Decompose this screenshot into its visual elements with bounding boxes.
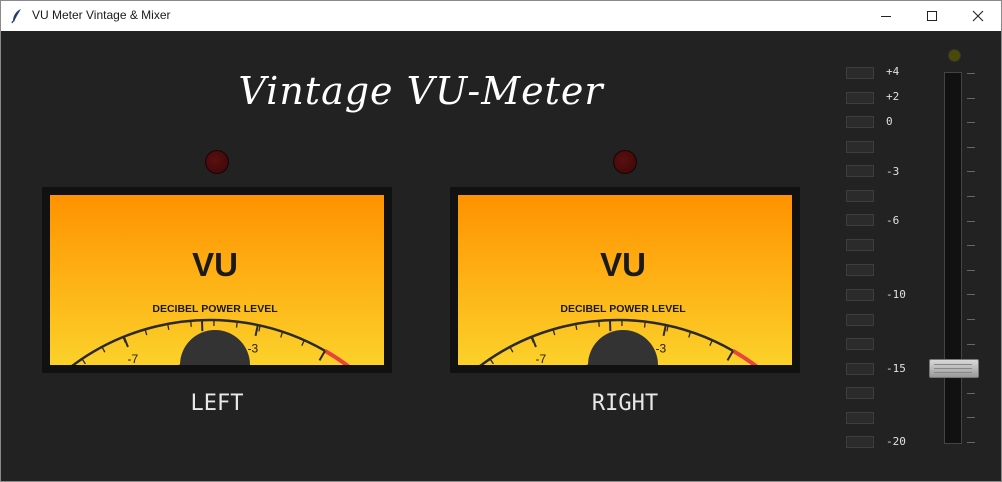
left-channel-label: LEFT [190,391,244,416]
fader-tick [967,393,975,394]
dial-tick [489,358,494,365]
peak-led-segment [846,412,874,424]
right-peak-led [613,150,637,174]
minimize-icon [881,16,891,17]
fader-tick [967,221,975,222]
minimize-button[interactable] [863,1,909,31]
left-meter-face: -20-10-7-5-30+3VUDECIBEL POWER LEVEL [50,195,384,365]
peak-led-segment [846,387,874,399]
right-meter: -20-10-7-5-30+3VUDECIBEL POWER LEVEL [450,187,800,373]
peak-led-segment [846,363,874,375]
peak-led-segment [846,239,874,251]
fader-tick [967,417,975,418]
peak-led-segment [846,141,874,153]
left-peak-led [205,150,229,174]
right-channel-label: RIGHT [591,391,659,416]
meter-subtitle: DECIBEL POWER LEVEL [152,303,278,315]
peak-scale-label: 0 [886,115,893,128]
fader-tick [967,442,975,443]
fader-tick [967,245,975,246]
dial-scale-label: -3 [655,342,666,356]
dial-tick [235,321,238,328]
dial-scale-label: -7 [127,352,138,365]
left-dial: -20-10-7-5-30+3VUDECIBEL POWER LEVEL [71,246,350,365]
fader-tick [967,171,975,172]
feather-icon [11,9,21,24]
dial-tick [280,331,284,338]
peak-led-segment [846,67,874,79]
peak-led-segment [846,92,874,104]
peak-led-segment [846,116,874,128]
peak-led-segment [846,314,874,326]
fader-tick [967,147,975,148]
dial-tick [709,339,713,346]
dial-scale-label: -7 [535,352,546,365]
dial-tick [190,320,192,327]
peak-scale-label: -10 [886,288,906,301]
fader-indicator-led [948,49,961,62]
peak-scale-label: -15 [886,362,906,375]
maximize-icon [927,11,937,21]
dial-major-tick [318,350,326,361]
peak-scale-label: -20 [886,435,906,448]
peak-scale-label: +4 [886,65,900,78]
peak-led-segment [846,264,874,276]
close-button[interactable] [955,1,1001,31]
window-title: VU Meter Vintage & Mixer [32,8,171,22]
peak-scale-label: +2 [886,90,900,103]
needle-pivot-cover [180,330,250,365]
fader-tick [967,344,975,345]
dial-tick [598,320,600,327]
fader-tick [967,98,975,99]
left-meter: -20-10-7-5-30+3VUDECIBEL POWER LEVEL [42,187,392,373]
fader-tick [967,196,975,197]
fader-tick [967,319,975,320]
peak-scale-label: -3 [886,165,900,178]
dial-scale-label: -3 [247,342,258,356]
dial-red-zone [731,349,758,365]
page-title: Vintage VU-Meter [238,69,604,113]
dial-tick [509,346,514,353]
title-bar[interactable]: VU Meter Vintage & Mixer [1,1,1001,31]
peak-led-segment [846,289,874,301]
peak-led-segment [846,436,874,448]
peak-led-segment [846,190,874,202]
dial-tick [301,339,305,346]
fader-track[interactable] [944,72,962,444]
app-window: VU Meter Vintage & Mixer Vintage VU-Mete… [0,0,1002,482]
right-meter-face: -20-10-7-5-30+3VUDECIBEL POWER LEVEL [458,195,792,365]
maximize-button[interactable] [909,1,955,31]
fader-tick [967,122,975,123]
fader-tick [967,294,975,295]
dial-tick [81,358,86,365]
volume-fader-knob[interactable] [929,359,979,378]
dial-major-tick [726,350,734,361]
right-dial: -20-10-7-5-30+3VUDECIBEL POWER LEVEL [479,246,758,365]
fader-tick [967,73,975,74]
dial-major-tick [662,324,667,336]
peak-led-segment [846,214,874,226]
dial-red-zone [323,349,350,365]
needle-pivot-cover [588,330,658,365]
peak-scale-label: -6 [886,214,900,227]
fader-tick [967,270,975,271]
vu-label: VU [600,246,646,283]
dial-tick [688,331,692,338]
vu-label: VU [192,246,238,283]
main-panel: Vintage VU-Meter -20-10-7-5-30+3VUDECIBE… [1,31,1001,481]
peak-led-segment [846,165,874,177]
dial-tick [643,321,646,328]
meter-subtitle: DECIBEL POWER LEVEL [560,303,686,315]
dial-major-tick [254,324,259,336]
peak-led-segment [846,338,874,350]
close-icon [972,10,984,22]
dial-tick [101,346,106,353]
